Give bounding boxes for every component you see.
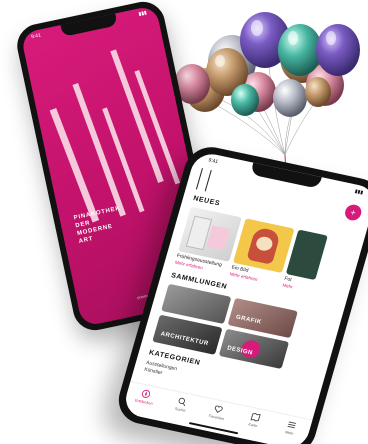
tab-label: Suche — [174, 406, 186, 413]
museum-name: PINAKOTHEK DER MODERNE ART — [73, 205, 122, 245]
tab-discover[interactable]: Entdecken — [129, 386, 162, 407]
battery-icon: ▮▮▮ — [354, 188, 364, 197]
status-time: 9:41 — [207, 157, 219, 166]
news-card[interactable] — [232, 218, 295, 274]
search-icon — [178, 397, 186, 407]
tab-label: Favoriten — [208, 414, 225, 422]
tab-map[interactable]: Karte — [238, 410, 271, 431]
tab-search[interactable]: Suche — [165, 394, 198, 415]
app-logo[interactable] — [195, 168, 212, 192]
collection-tile-label: ARCHITEKTUR — [159, 331, 210, 348]
tab-label: Entdecken — [134, 398, 154, 406]
collection-tile-label: GRAFIK — [235, 314, 263, 326]
news-card-link[interactable]: Mehr — [282, 283, 293, 291]
tab-bar: Entdecken Suche Favoriten Karte Mehr — [121, 380, 313, 444]
section-title-news: NEUES — [192, 195, 221, 208]
map-icon — [250, 413, 261, 422]
tab-favorites[interactable]: Favoriten — [201, 402, 234, 423]
tab-label: Mehr — [284, 430, 295, 436]
plus-icon[interactable]: + — [343, 203, 364, 222]
battery-icon: ▮▮▮ — [138, 9, 148, 18]
status-time: 9:41 — [30, 32, 42, 41]
tab-label: Karte — [247, 422, 258, 429]
heart-icon — [215, 405, 224, 414]
compass-icon — [142, 389, 151, 398]
tab-more[interactable]: Mehr — [274, 417, 307, 438]
news-card[interactable] — [178, 206, 242, 262]
menu-icon — [287, 421, 296, 429]
promo-scene: 9:41 ▮▮▮ PINAKOTHEK DER MODERNE ART powe… — [0, 0, 368, 444]
